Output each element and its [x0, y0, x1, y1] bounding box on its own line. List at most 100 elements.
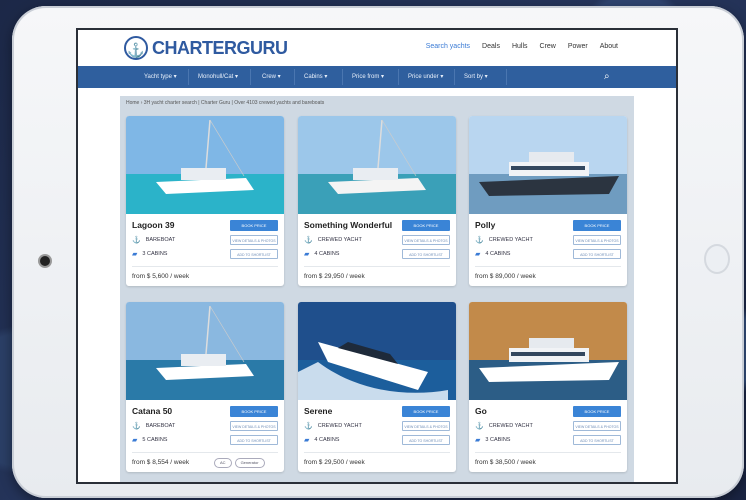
chevron-down-icon: ▾ — [322, 74, 328, 80]
charter-type: ⚓ CREWED YACHT — [304, 236, 362, 244]
anchor-icon: ⚓ — [132, 423, 141, 430]
bed-icon: ▰ — [304, 251, 310, 258]
yacht-name[interactable]: Something Wonderful — [304, 220, 392, 230]
add-to-shortlist-button[interactable]: ADD TO SHORTLIST — [573, 249, 621, 259]
chevron-down-icon: ▾ — [171, 74, 177, 80]
filter-crew[interactable]: Crew ▾ — [262, 73, 281, 80]
cabins-label: 4 CABINS — [314, 437, 340, 443]
charter-type: ⚓ CREWED YACHT — [475, 422, 533, 430]
weekly-price: from $ 89,000 / week — [475, 273, 536, 280]
nav-divider — [294, 69, 295, 85]
yacht-photo[interactable] — [126, 302, 284, 400]
view-details-button[interactable]: VIEW DETAILS & PHOTOS — [230, 235, 278, 245]
yacht-card[interactable]: Catana 50 ⚓ BAREBOAT ▰ 5 CABINS BOOK PRI… — [126, 302, 284, 472]
bed-icon: ▰ — [475, 251, 481, 258]
yacht-photo[interactable] — [469, 116, 627, 214]
weekly-price: from $ 29,950 / week — [304, 273, 365, 280]
add-to-shortlist-button[interactable]: ADD TO SHORTLIST — [230, 249, 278, 259]
yacht-card[interactable]: Lagoon 39 ⚓ BAREBOAT ▰ 3 CABINS BOOK PRI… — [126, 116, 284, 286]
add-to-shortlist-button[interactable]: ADD TO SHORTLIST — [230, 435, 278, 445]
book-price-button[interactable]: BOOK PRICE — [573, 220, 621, 231]
weekly-price: from $ 29,500 / week — [304, 459, 365, 466]
yacht-photo[interactable] — [469, 302, 627, 400]
charter-type-label: CREWED YACHT — [317, 237, 362, 243]
nav-divider — [250, 69, 251, 85]
nav-about[interactable]: About — [600, 43, 618, 50]
divider — [304, 266, 450, 267]
book-price-button[interactable]: BOOK PRICE — [573, 406, 621, 417]
filter-cabins[interactable]: Cabins ▾ — [304, 73, 327, 80]
filter-price-from[interactable]: Price from ▾ — [352, 73, 384, 80]
view-details-button[interactable]: VIEW DETAILS & PHOTOS — [573, 421, 621, 431]
search-icon[interactable]: ⌕ — [604, 71, 610, 82]
weekly-price: from $ 38,500 / week — [475, 459, 536, 466]
view-details-button[interactable]: VIEW DETAILS & PHOTOS — [230, 421, 278, 431]
brand-name: CHARTERGURU — [152, 37, 288, 58]
filter-monohull-cat[interactable]: Monohull/Cat ▾ — [198, 73, 238, 80]
charter-type-label: BAREBOAT — [145, 237, 176, 243]
yacht-card[interactable]: Something Wonderful ⚓ CREWED YACHT ▰ 4 C… — [298, 116, 456, 286]
filter-yacht-type[interactable]: Yacht type ▾ — [144, 73, 177, 80]
anchor-icon: ⚓ — [304, 423, 313, 430]
nav-crew[interactable]: Crew — [540, 43, 556, 50]
charter-type-label: CREWED YACHT — [317, 423, 362, 429]
anchor-icon: ⚓ — [132, 237, 141, 244]
yacht-card[interactable]: Go ⚓ CREWED YACHT ▰ 3 CABINS BOOK PRICE … — [469, 302, 627, 472]
yacht-name[interactable]: Polly — [475, 220, 495, 230]
yacht-name[interactable]: Catana 50 — [132, 406, 172, 416]
cabins-label: 3 CABINS — [485, 437, 511, 443]
add-to-shortlist-button[interactable]: ADD TO SHORTLIST — [402, 435, 450, 445]
bed-icon: ▰ — [304, 437, 310, 444]
yacht-card[interactable]: Serene ⚓ CREWED YACHT ▰ 4 CABINS BOOK PR… — [298, 302, 456, 472]
anchor-icon: ⚓ — [304, 237, 313, 244]
yacht-name[interactable]: Lagoon 39 — [132, 220, 175, 230]
book-price-button[interactable]: BOOK PRICE — [230, 220, 278, 231]
header: ⚓ CHARTERGURU Search yachts Deals Hulls … — [78, 30, 676, 66]
yacht-name[interactable]: Serene — [304, 406, 332, 416]
charter-type-label: CREWED YACHT — [488, 237, 533, 243]
chevron-down-icon: ▾ — [233, 74, 239, 80]
nav-divider — [398, 69, 399, 85]
view-details-button[interactable]: VIEW DETAILS & PHOTOS — [402, 421, 450, 431]
yacht-name[interactable]: Go — [475, 406, 487, 416]
logo[interactable]: ⚓ CHARTERGURU — [124, 36, 288, 60]
cabins-label: 4 CABINS — [485, 251, 511, 257]
yacht-card[interactable]: Polly ⚓ CREWED YACHT ▰ 4 CABINS BOOK PRI… — [469, 116, 627, 286]
nav-deals[interactable]: Deals — [482, 43, 500, 50]
top-nav: Search yachts Deals Hulls Crew Power Abo… — [426, 43, 618, 50]
feature-tag: Generator — [234, 458, 265, 468]
view-details-button[interactable]: VIEW DETAILS & PHOTOS — [573, 235, 621, 245]
book-price-button[interactable]: BOOK PRICE — [230, 406, 278, 417]
yacht-photo[interactable] — [298, 116, 456, 214]
book-price-button[interactable]: BOOK PRICE — [402, 220, 450, 231]
nav-hulls[interactable]: Hulls — [512, 43, 528, 50]
chevron-down-icon: ▾ — [483, 74, 488, 80]
cabin-count: ▰ 4 CABINS — [304, 436, 339, 444]
add-to-shortlist-button[interactable]: ADD TO SHORTLIST — [573, 435, 621, 445]
home-button[interactable] — [704, 244, 730, 274]
cabin-count: ▰ 4 CABINS — [304, 250, 339, 258]
add-to-shortlist-button[interactable]: ADD TO SHORTLIST — [402, 249, 450, 259]
cabins-label: 3 CABINS — [142, 251, 168, 257]
divider — [132, 266, 278, 267]
cabins-label: 5 CABINS — [142, 437, 168, 443]
divider — [475, 452, 621, 453]
feature-tag: AC — [214, 458, 232, 468]
yacht-photo[interactable] — [298, 302, 456, 400]
charter-type: ⚓ CREWED YACHT — [304, 422, 362, 430]
camera-icon — [40, 256, 50, 266]
browser-screen: ⚓ CHARTERGURU Search yachts Deals Hulls … — [78, 30, 676, 482]
filter-price-under[interactable]: Price under ▾ — [408, 73, 443, 80]
bed-icon: ▰ — [132, 251, 138, 258]
feature-tags: AC Generator — [214, 458, 265, 468]
nav-search-yachts[interactable]: Search yachts — [426, 43, 470, 50]
divider — [475, 266, 621, 267]
yacht-photo[interactable] — [126, 116, 284, 214]
nav-divider — [342, 69, 343, 85]
view-details-button[interactable]: VIEW DETAILS & PHOTOS — [402, 235, 450, 245]
charter-type-label: CREWED YACHT — [488, 423, 533, 429]
divider — [132, 452, 278, 453]
filter-sort-by[interactable]: Sort by ▾ — [464, 73, 488, 80]
book-price-button[interactable]: BOOK PRICE — [402, 406, 450, 417]
nav-power[interactable]: Power — [568, 43, 588, 50]
